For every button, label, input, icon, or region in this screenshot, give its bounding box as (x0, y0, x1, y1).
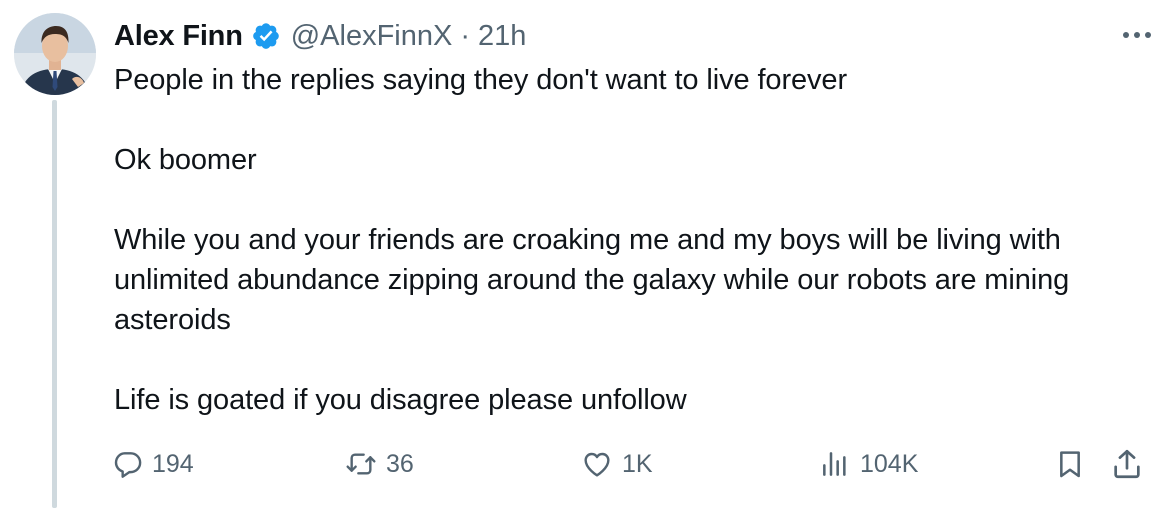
repost-icon (344, 448, 378, 480)
more-icon[interactable] (1120, 22, 1154, 48)
reply-button[interactable]: 194 (112, 444, 194, 484)
repost-count: 36 (386, 449, 414, 478)
share-icon (1110, 447, 1144, 481)
author-name[interactable]: Alex Finn (114, 20, 243, 53)
tweet-text: People in the replies saying they don't … (114, 60, 1164, 420)
tweet-paragraph: Ok boomer (114, 144, 257, 176)
verified-badge-icon[interactable] (251, 21, 281, 51)
share-button[interactable] (1110, 444, 1144, 484)
like-count: 1K (622, 449, 653, 478)
reply-count: 194 (152, 449, 194, 478)
tweet-paragraph: While you and your friends are croaking … (114, 224, 1070, 336)
tweet-paragraph: People in the replies saying they don't … (114, 64, 848, 96)
action-bar: 194 36 1K 104K (0, 444, 1176, 484)
author-handle[interactable]: @AlexFinnX (291, 20, 453, 53)
views-icon (818, 448, 852, 480)
views-count: 104K (860, 449, 919, 478)
like-button[interactable]: 1K (580, 444, 653, 484)
reply-icon (112, 448, 144, 480)
repost-button[interactable]: 36 (344, 444, 414, 484)
heart-icon (580, 448, 614, 480)
separator-dot: · (460, 19, 471, 52)
avatar[interactable] (14, 13, 96, 95)
bookmark-icon (1054, 447, 1086, 481)
bookmark-button[interactable] (1054, 444, 1086, 484)
post-timestamp[interactable]: 21h (478, 20, 526, 53)
views-button[interactable]: 104K (818, 444, 918, 484)
post-header: Alex Finn @AlexFinnX · 21h (114, 14, 526, 58)
tweet-paragraph: Life is goated if you disagree please un… (114, 384, 687, 416)
